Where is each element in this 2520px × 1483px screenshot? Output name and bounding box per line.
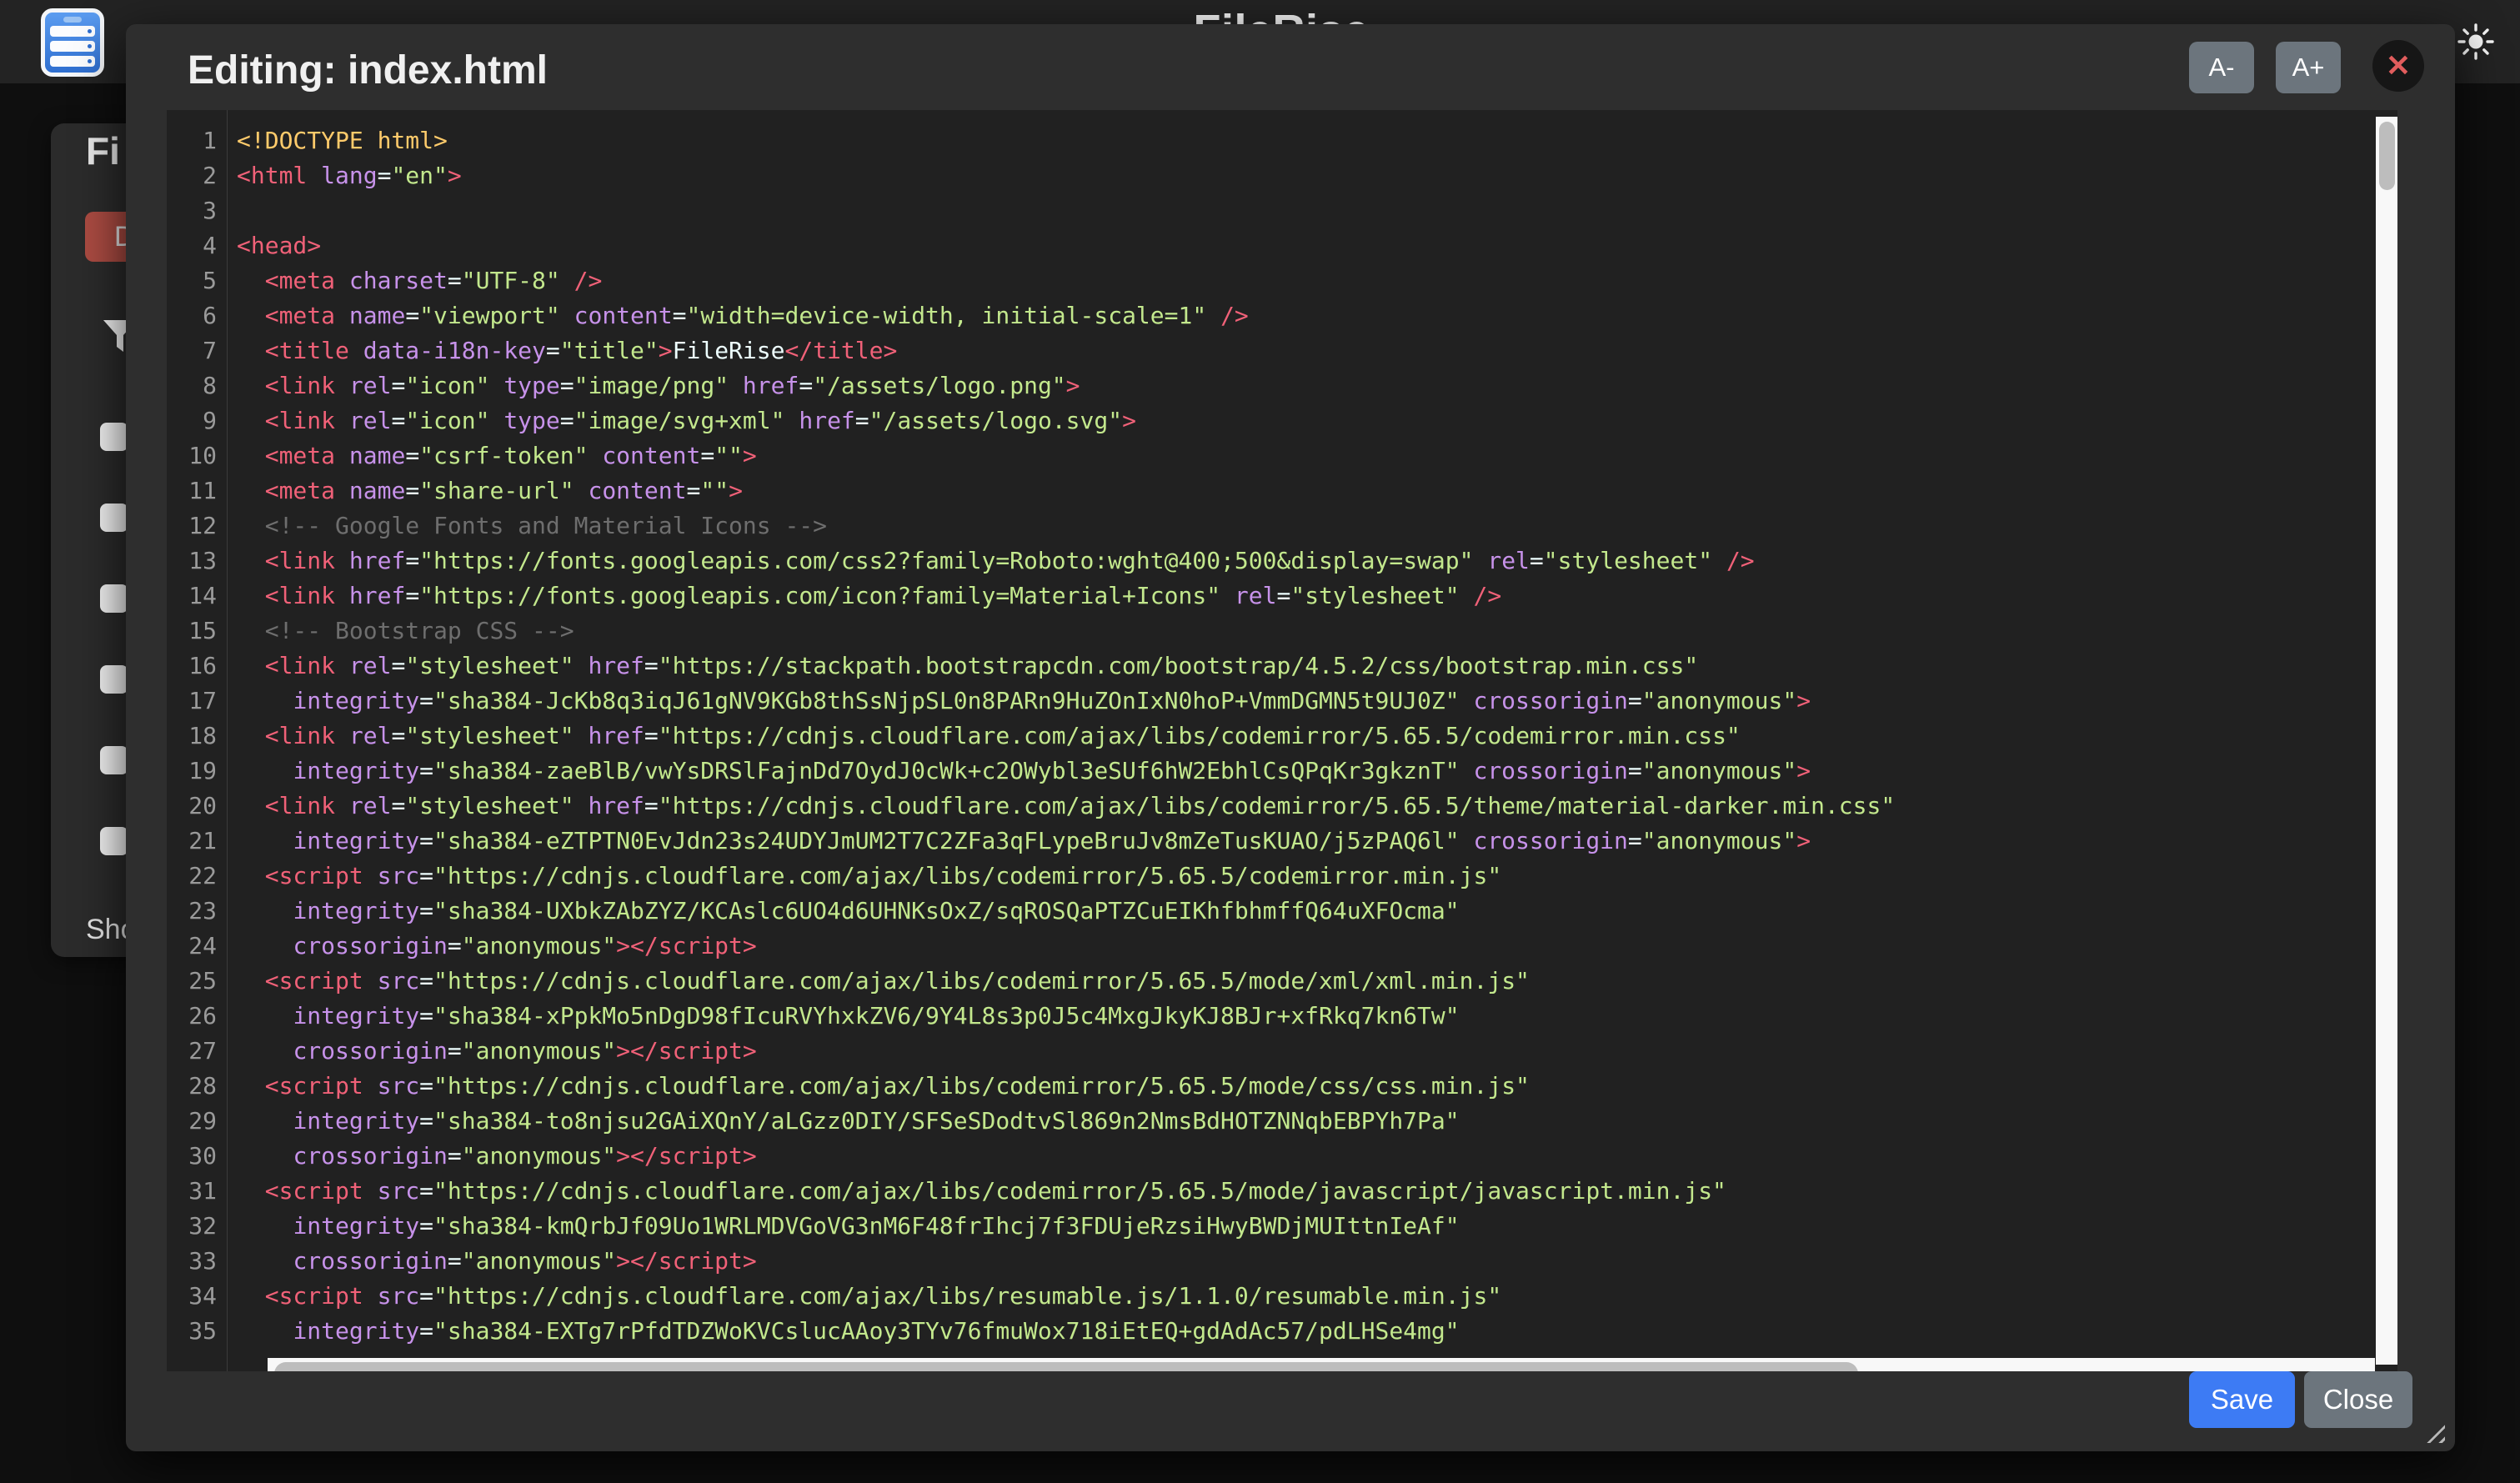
line-number: 7 — [167, 333, 217, 368]
line-number: 18 — [167, 719, 217, 754]
code-line: <link rel="stylesheet" href="https://cdn… — [237, 719, 1895, 754]
code-lines: <!DOCTYPE html><html lang="en"> <head> <m… — [237, 123, 1895, 1349]
line-number: 5 — [167, 263, 217, 298]
line-number: 15 — [167, 614, 217, 649]
code-line: <title data-i18n-key="title">FileRise</t… — [237, 333, 1895, 368]
modal-title: Editing: index.html — [188, 48, 548, 93]
code-line: <script src="https://cdnjs.cloudflare.co… — [237, 1279, 1895, 1314]
edit-modal: Editing: index.html A- A+ ✕ 123456789101… — [126, 24, 2455, 1451]
code-line: <script src="https://cdnjs.cloudflare.co… — [237, 1174, 1895, 1209]
line-number: 1 — [167, 123, 217, 158]
line-number: 23 — [167, 894, 217, 929]
sidebar-checkbox[interactable] — [100, 746, 128, 774]
code-line: <script src="https://cdnjs.cloudflare.co… — [237, 964, 1895, 999]
save-button[interactable]: Save — [2189, 1371, 2295, 1428]
code-line: crossorigin="anonymous"></script> — [237, 1244, 1895, 1279]
line-number: 16 — [167, 649, 217, 684]
line-number: 9 — [167, 403, 217, 438]
line-number: 26 — [167, 999, 217, 1034]
font-increase-button[interactable]: A+ — [2276, 42, 2341, 93]
code-line: <head> — [237, 228, 1895, 263]
code-line: <meta charset="UTF-8" /> — [237, 263, 1895, 298]
sidebar-card-title: Fi — [86, 128, 120, 173]
app-logo[interactable] — [41, 8, 104, 77]
line-number: 29 — [167, 1104, 217, 1139]
code-line: <!-- Google Fonts and Material Icons --> — [237, 509, 1895, 544]
code-editor[interactable]: 1234567891011121314151617181920212223242… — [167, 110, 2397, 1371]
vertical-scrollbar[interactable] — [2376, 117, 2397, 1365]
code-line: crossorigin="anonymous"></script> — [237, 1034, 1895, 1069]
line-number: 24 — [167, 929, 217, 964]
code-line: <link href="https://fonts.googleapis.com… — [237, 544, 1895, 579]
code-line: <!-- Bootstrap CSS --> — [237, 614, 1895, 649]
line-number: 31 — [167, 1174, 217, 1209]
font-decrease-button[interactable]: A- — [2189, 42, 2254, 93]
code-line: <html lang="en"> — [237, 158, 1895, 193]
code-line: integrity="sha384-eZTPTN0EvJdn23s24UDYJm… — [237, 824, 1895, 859]
line-number: 13 — [167, 544, 217, 579]
line-number: 12 — [167, 509, 217, 544]
line-number: 22 — [167, 859, 217, 894]
sidebar-checkbox[interactable] — [100, 584, 128, 613]
line-number: 33 — [167, 1244, 217, 1279]
line-number: 2 — [167, 158, 217, 193]
sidebar-checkbox[interactable] — [100, 827, 128, 855]
code-line: integrity="sha384-xPpkMo5nDgD98fIcuRVYhx… — [237, 999, 1895, 1034]
close-icon[interactable]: ✕ — [2372, 40, 2424, 92]
horizontal-scrollbar[interactable] — [268, 1358, 2375, 1371]
line-number: 4 — [167, 228, 217, 263]
code-line: <link href="https://fonts.googleapis.com… — [237, 579, 1895, 614]
code-line: <!DOCTYPE html> — [237, 123, 1895, 158]
code-line: integrity="sha384-JcKb8q3iqJ61gNV9KGb8th… — [237, 684, 1895, 719]
line-number: 20 — [167, 789, 217, 824]
line-number: 21 — [167, 824, 217, 859]
horizontal-scrollbar-thumb[interactable] — [274, 1362, 1858, 1371]
code-line: <script src="https://cdnjs.cloudflare.co… — [237, 859, 1895, 894]
sidebar-checkbox[interactable] — [100, 665, 128, 694]
code-line: <meta name="share-url" content=""> — [237, 473, 1895, 509]
vertical-scrollbar-thumb[interactable] — [2379, 122, 2395, 190]
line-number: 34 — [167, 1279, 217, 1314]
line-number: 35 — [167, 1314, 217, 1349]
line-number: 11 — [167, 473, 217, 509]
close-button[interactable]: Close — [2304, 1371, 2412, 1428]
line-number: 14 — [167, 579, 217, 614]
line-number: 8 — [167, 368, 217, 403]
code-line: <link rel="stylesheet" href="https://sta… — [237, 649, 1895, 684]
code-line — [237, 193, 1895, 228]
code-line: integrity="sha384-to8njsu2GAiXQnY/aLGzz0… — [237, 1104, 1895, 1139]
line-number: 17 — [167, 684, 217, 719]
sidebar-checkbox[interactable] — [100, 423, 128, 451]
sidebar-checkbox[interactable] — [100, 504, 128, 532]
code-line: integrity="sha384-kmQrbJf09Uo1WRLMDVGoVG… — [237, 1209, 1895, 1244]
code-line: crossorigin="anonymous"></script> — [237, 1139, 1895, 1174]
resize-handle[interactable] — [2420, 1418, 2445, 1443]
line-number: 10 — [167, 438, 217, 473]
code-line: integrity="sha384-zaeBlB/vwYsDRSlFajnDd7… — [237, 754, 1895, 789]
code-line: integrity="sha384-UXbkZAbZYZ/KCAslc6UO4d… — [237, 894, 1895, 929]
theme-toggle-button[interactable] — [2457, 23, 2494, 60]
code-line: <link rel="icon" type="image/svg+xml" hr… — [237, 403, 1895, 438]
line-number: 25 — [167, 964, 217, 999]
server-stack-icon — [63, 17, 82, 23]
line-number: 27 — [167, 1034, 217, 1069]
code-line: integrity="sha384-EXTg7rPfdTDZWoKVCslucA… — [237, 1314, 1895, 1349]
code-line: <meta name="viewport" content="width=dev… — [237, 298, 1895, 333]
gutter-divider — [227, 110, 228, 1371]
sun-icon — [2459, 25, 2492, 58]
code-line: <meta name="csrf-token" content=""> — [237, 438, 1895, 473]
code-line: <link rel="stylesheet" href="https://cdn… — [237, 789, 1895, 824]
line-number: 32 — [167, 1209, 217, 1244]
code-line: <script src="https://cdnjs.cloudflare.co… — [237, 1069, 1895, 1104]
line-number: 3 — [167, 193, 217, 228]
code-line: crossorigin="anonymous"></script> — [237, 929, 1895, 964]
line-number: 28 — [167, 1069, 217, 1104]
code-line: <link rel="icon" type="image/png" href="… — [237, 368, 1895, 403]
line-number: 30 — [167, 1139, 217, 1174]
line-number: 6 — [167, 298, 217, 333]
line-number-gutter: 1234567891011121314151617181920212223242… — [167, 123, 217, 1349]
line-number: 19 — [167, 754, 217, 789]
